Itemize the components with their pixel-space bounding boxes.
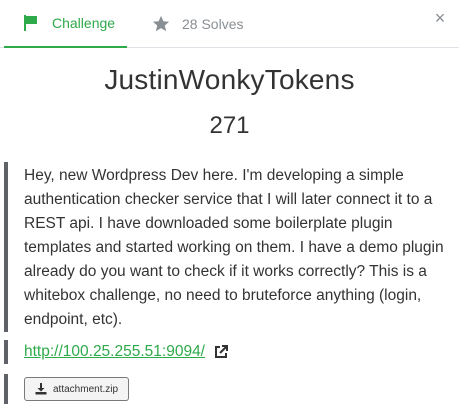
tab-solves[interactable]: 28 Solves <box>140 0 243 48</box>
description-text: Hey, new Wordpress Dev here. I'm develop… <box>24 167 444 328</box>
attachment-block: attachment.zip <box>4 374 455 404</box>
modal-tabs: Challenge 28 Solves × <box>0 0 459 48</box>
external-link-icon[interactable] <box>213 344 229 360</box>
challenge-title: JustinWonkyTokens <box>104 64 355 95</box>
challenge-points: 271 <box>209 112 250 139</box>
tab-challenge[interactable]: Challenge <box>4 0 127 48</box>
challenge-description: Hey, new Wordpress Dev here. I'm develop… <box>4 162 455 332</box>
attachment-label: attachment.zip <box>53 383 119 395</box>
star-icon <box>152 15 170 33</box>
attachment-button[interactable]: attachment.zip <box>24 377 130 401</box>
close-icon[interactable]: × <box>431 9 449 27</box>
tab-challenge-label: Challenge <box>52 15 116 31</box>
tab-solves-label: 28 Solves <box>182 16 244 32</box>
challenge-link-block: http://100.25.255.51:9094/ <box>4 340 455 364</box>
challenge-link[interactable]: http://100.25.255.51:9094/ <box>24 343 205 361</box>
download-icon <box>35 383 47 395</box>
flag-icon <box>22 14 40 32</box>
